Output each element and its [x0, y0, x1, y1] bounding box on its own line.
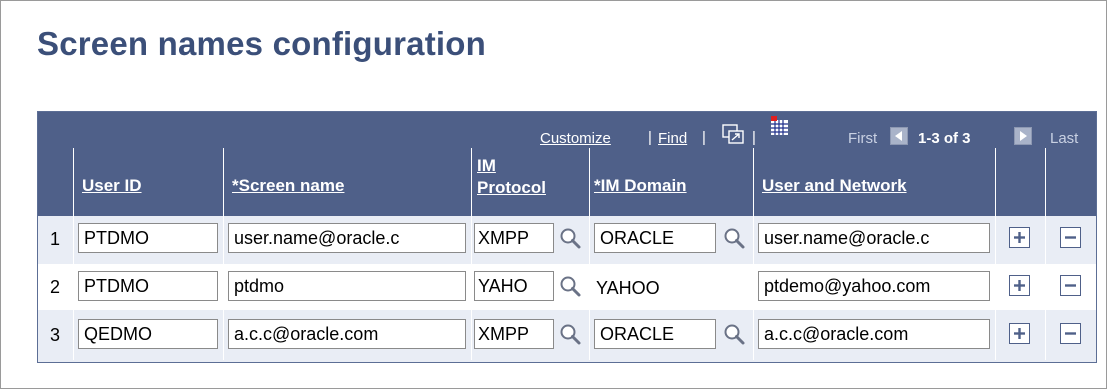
im-protocol-column-link-line2[interactable]: Protocol: [477, 178, 546, 198]
im-protocol-header: IM Protocol: [472, 148, 590, 216]
screen-name-input[interactable]: a.c.c@oracle.com: [228, 319, 466, 349]
table-row: 2 PTDMO ptdmo YAHO YAHOO ptdemo@yahoo.com: [38, 264, 1096, 310]
user-id-header: User ID: [74, 148, 224, 216]
table-row: 3 QEDMO a.c.c@oracle.com XMPP ORACLE a.c.c@or…: [38, 312, 1096, 358]
domain-lookup-icon[interactable]: [722, 226, 746, 250]
user-network-input[interactable]: ptdemo@yahoo.com: [758, 271, 990, 301]
minus-icon: [1065, 332, 1076, 335]
column-divider: [1045, 216, 1046, 360]
screen-name-input[interactable]: ptdmo: [228, 271, 466, 301]
nav-separator: |: [752, 129, 756, 146]
minus-icon: [1065, 236, 1076, 239]
column-divider: [995, 216, 996, 360]
user-id-column-link[interactable]: User ID: [82, 176, 142, 196]
page-frame: Screen names configuration Customize | F…: [0, 0, 1107, 389]
nav-separator: |: [702, 129, 706, 146]
column-divider: [223, 216, 224, 360]
plus-icon: [1014, 280, 1025, 291]
row-number: 2: [50, 277, 61, 297]
page-title: Screen names configuration: [37, 25, 486, 62]
im-protocol-input[interactable]: YAHO: [474, 271, 554, 301]
find-link[interactable]: Find: [658, 130, 687, 147]
im-domain-input[interactable]: ORACLE: [594, 319, 716, 349]
delete-row-button[interactable]: [1060, 275, 1081, 296]
delete-column-header: [1046, 148, 1096, 216]
add-row-button[interactable]: [1009, 227, 1030, 248]
add-column-header: [996, 148, 1046, 216]
customize-link[interactable]: Customize: [540, 130, 611, 147]
screen-name-column-link[interactable]: *Screen name: [232, 176, 344, 196]
im-protocol-input[interactable]: XMPP: [474, 319, 554, 349]
column-divider: [73, 216, 74, 360]
column-divider: [589, 216, 590, 360]
first-label: First: [848, 130, 878, 147]
add-row-button[interactable]: [1009, 275, 1030, 296]
plus-icon: [1014, 232, 1025, 243]
minus-icon: [1065, 284, 1076, 287]
screen-name-header: *Screen name: [224, 148, 472, 216]
row-number-header: [38, 148, 74, 216]
user-id-input[interactable]: PTDMO: [78, 271, 218, 301]
im-domain-input[interactable]: ORACLE: [594, 223, 716, 253]
add-row-button[interactable]: [1009, 323, 1030, 344]
protocol-lookup-icon[interactable]: [558, 274, 582, 298]
protocol-lookup-icon[interactable]: [558, 322, 582, 346]
user-network-header: User and Network: [754, 148, 996, 216]
domain-lookup-icon[interactable]: [722, 322, 746, 346]
new-window-icon[interactable]: [722, 124, 744, 144]
user-network-input[interactable]: user.name@oracle.c: [758, 223, 990, 253]
delete-row-button[interactable]: [1060, 323, 1081, 344]
grid-nav-bar: Customize | Find | | First 1-3 of 3 Last: [38, 112, 1096, 148]
last-label: Last: [1050, 130, 1079, 147]
im-domain-column-link[interactable]: *IM Domain: [594, 176, 687, 196]
user-id-input[interactable]: QEDMO: [78, 319, 218, 349]
previous-arrow-icon: [890, 127, 908, 145]
screen-name-input[interactable]: user.name@oracle.c: [228, 223, 466, 253]
user-network-column-link[interactable]: User and Network: [762, 176, 907, 196]
user-network-input[interactable]: a.c.c@oracle.com: [758, 319, 990, 349]
delete-row-button[interactable]: [1060, 227, 1081, 248]
table-row: 1 PTDMO user.name@oracle.c XMPP ORACLE user.n…: [38, 216, 1096, 262]
user-id-input[interactable]: PTDMO: [78, 223, 218, 253]
protocol-lookup-icon[interactable]: [558, 226, 582, 250]
im-protocol-input[interactable]: XMPP: [474, 223, 554, 253]
column-divider: [471, 216, 472, 360]
im-domain-header: *IM Domain: [590, 148, 754, 216]
im-protocol-column-link-line1[interactable]: IM: [477, 156, 496, 176]
column-divider: [753, 216, 754, 360]
next-arrow-icon: [1014, 127, 1032, 145]
screen-names-grid: Customize | Find | | First 1-3 of 3 Last…: [37, 111, 1097, 363]
row-number: 3: [50, 325, 61, 345]
spreadsheet-icon[interactable]: [770, 116, 790, 136]
plus-icon: [1014, 328, 1025, 339]
row-number: 1: [50, 229, 61, 249]
nav-separator: |: [648, 129, 652, 146]
row-range: 1-3 of 3: [918, 130, 971, 147]
im-domain-value: YAHOO: [596, 278, 660, 298]
